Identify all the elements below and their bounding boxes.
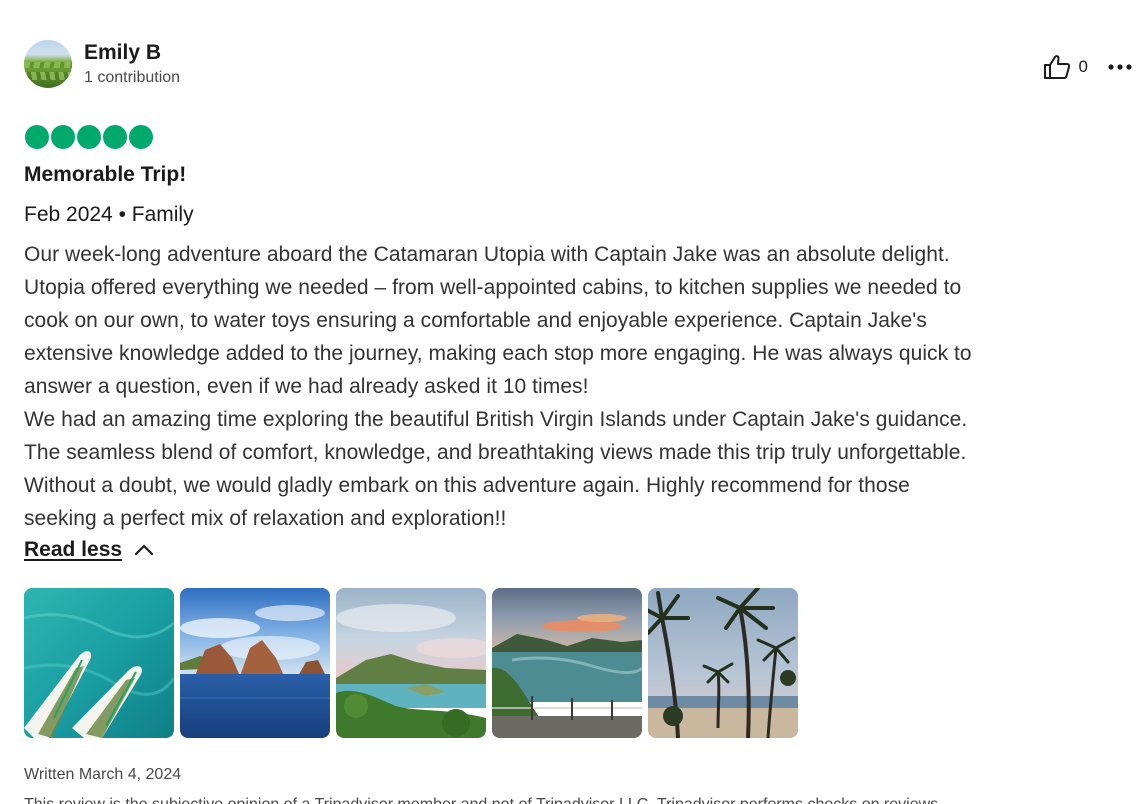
photo-coastline-hills[interactable] [336,588,486,738]
user-name[interactable]: Emily B [84,41,180,65]
review-body-line: Without a doubt, we would gladly embark … [24,474,910,497]
user-info: Emily B 1 contribution [84,41,180,88]
rating-bubble [103,125,127,149]
review-card: Emily B 1 contribution 0 Memorable Trip!… [0,0,1142,804]
rating-bubble [129,125,153,149]
read-less-button[interactable]: Read less [24,538,154,562]
helpful-button[interactable]: 0 [1043,54,1088,80]
avatar[interactable] [24,40,72,88]
review-body: Our week-long adventure aboard the Catam… [24,238,1134,535]
photo-palm-trees[interactable] [648,588,798,738]
rating-bubble [77,125,101,149]
trip-meta: Feb 2024 • Family [24,203,194,226]
rating-bubble [25,125,49,149]
read-less-label: Read less [24,538,123,561]
review-body-line: cook on our own, to water toys ensuring … [24,309,927,332]
rating-bubbles [25,125,155,149]
photo-rock-island[interactable] [180,588,330,738]
review-header: Emily B 1 contribution [24,40,180,88]
photo-paddleboards[interactable] [24,588,174,738]
written-date: Written March 4, 2024 [24,766,182,783]
review-body-line: Utopia offered everything we needed – fr… [24,276,962,299]
review-photos [24,588,804,738]
photo-sunset-bay[interactable] [492,588,642,738]
review-body-line: We had an amazing time exploring the bea… [24,408,968,431]
thumbs-up-icon [1043,55,1070,79]
review-body-line: extensive knowledge added to the journey… [24,342,972,365]
review-body-line: answer a question, even if we had alread… [24,375,589,398]
review-body-line: The seamless blend of comfort, knowledge… [24,441,967,464]
rating-bubble [51,125,75,149]
review-title[interactable]: Memorable Trip! [24,162,186,188]
more-dots-icon [1108,64,1132,70]
review-disclaimer: This review is the subjective opinion of… [24,796,943,804]
review-body-line: Our week-long adventure aboard the Catam… [24,243,950,266]
user-contributions: 1 contribution [84,68,181,86]
more-options-button[interactable] [1108,64,1132,70]
chevron-up-icon [134,544,154,556]
review-body-line: seeking a perfect mix of relaxation and … [24,507,507,530]
review-actions: 0 [1043,54,1132,80]
helpful-count: 0 [1078,57,1088,76]
